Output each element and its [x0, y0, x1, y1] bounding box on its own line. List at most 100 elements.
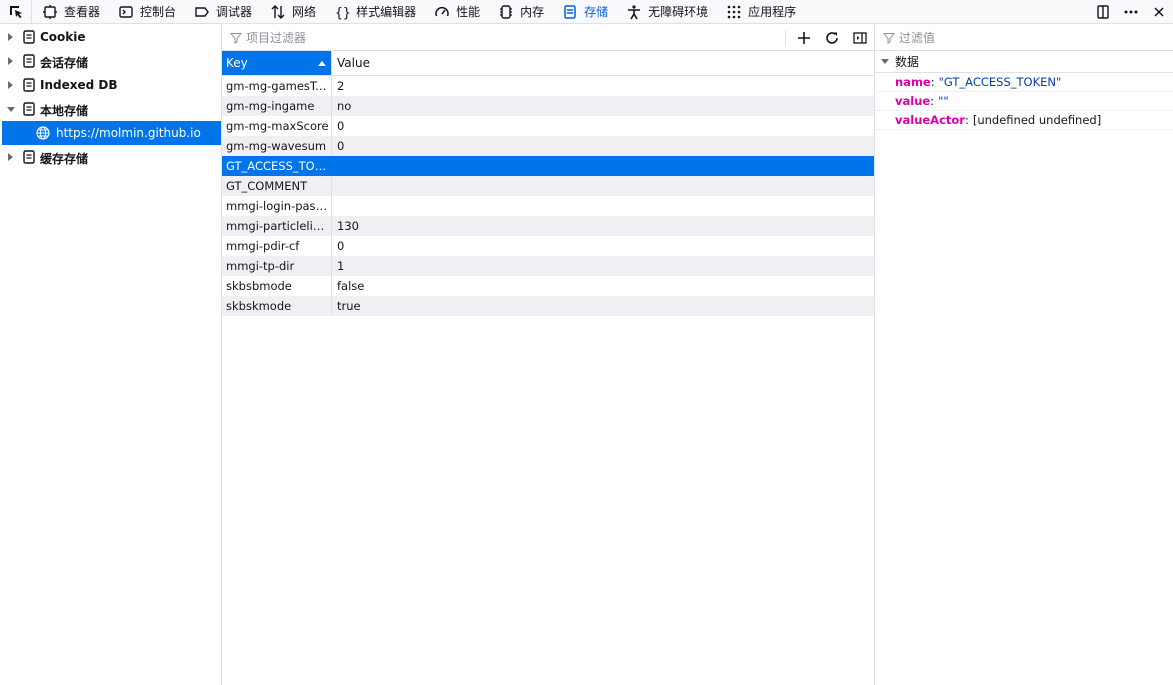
table-row[interactable]: skbskmode true — [222, 296, 874, 316]
tab-style-editor[interactable]: {} 样式编辑器 — [324, 0, 424, 24]
cell-value[interactable] — [331, 196, 874, 216]
column-key-label: Key — [226, 56, 248, 70]
cell-key[interactable]: gm-mg-gamesTotal — [222, 76, 331, 96]
tab-application[interactable]: 应用程序 — [716, 0, 804, 24]
column-header-key[interactable]: Key — [222, 51, 331, 75]
table-row[interactable]: mmgi-particleline… 130 — [222, 216, 874, 236]
dock-toggle-button[interactable] — [1089, 0, 1117, 24]
tab-memory[interactable]: 内存 — [488, 0, 552, 24]
expand-twisty-icon — [881, 59, 889, 64]
data-section-header[interactable]: 数据 — [875, 51, 1173, 73]
tab-accessibility[interactable]: 无障碍环境 — [616, 0, 716, 24]
property-value: "GT_ACCESS_TOKEN" — [938, 75, 1062, 89]
table-row[interactable]: GT_ACCESS_TOKEN — [222, 156, 874, 176]
item-filter-input[interactable]: 项目过滤器 — [222, 29, 306, 46]
performance-icon — [435, 6, 449, 16]
cell-key[interactable]: mmgi-particleline… — [222, 216, 331, 236]
cell-key[interactable]: gm-mg-ingame — [222, 96, 331, 116]
refresh-items-button[interactable] — [818, 25, 846, 51]
cell-key[interactable]: mmgi-tp-dir — [222, 256, 331, 276]
item-filter-placeholder: 项目过滤器 — [246, 31, 307, 45]
cell-value[interactable]: 130 — [331, 216, 874, 236]
storage-type-icon — [23, 78, 35, 92]
memory-icon — [500, 4, 513, 19]
cell-value[interactable]: false — [331, 276, 874, 296]
tree-item-label: Cookie — [40, 30, 86, 44]
cell-key[interactable]: gm-mg-wavesum — [222, 136, 331, 156]
cell-key[interactable]: GT_ACCESS_TOKEN — [222, 156, 331, 176]
storage-icon-wrap — [22, 150, 36, 167]
cell-key[interactable]: GT_COMMENT — [222, 176, 331, 196]
tree-item-storage-type[interactable]: Cookie — [0, 25, 221, 49]
refresh-icon — [826, 32, 838, 44]
property-row[interactable]: name: "GT_ACCESS_TOKEN" — [875, 73, 1173, 92]
add-item-button[interactable] — [790, 25, 818, 51]
cell-key[interactable]: mmgi-login-pass… — [222, 196, 331, 216]
expand-twisty-icon[interactable] — [7, 107, 15, 112]
filter-icon — [883, 32, 895, 44]
cell-value[interactable]: 0 — [331, 116, 874, 136]
cell-value[interactable]: 1 — [331, 256, 874, 276]
tab-storage[interactable]: 存储 — [552, 0, 616, 24]
cell-value[interactable] — [331, 156, 874, 176]
table-row[interactable]: gm-mg-maxScore 0 — [222, 116, 874, 136]
table-row[interactable]: skbsbmode false — [222, 276, 874, 296]
table-row[interactable]: mmgi-pdir-cf 0 — [222, 236, 874, 256]
tree-item-storage-type[interactable]: Indexed DB — [0, 73, 221, 97]
property-colon: : — [930, 75, 935, 89]
storage-type-icon — [23, 30, 35, 44]
storage-icon-wrap — [22, 30, 36, 47]
column-header-value[interactable]: Value — [331, 51, 874, 75]
tree-item-storage-type[interactable]: 缓存存储 — [0, 145, 221, 169]
collapse-twisty-icon[interactable] — [8, 81, 13, 89]
devtools-toolbar: 查看器 控制台 调试器 网络 {} 样式编辑器 性能 内存 存储 无障碍环境 应用程序 — [0, 0, 1173, 24]
collapse-twisty-icon[interactable] — [8, 153, 13, 161]
tab-label: 存储 — [584, 5, 609, 19]
tab-performance[interactable]: 性能 — [424, 0, 488, 24]
toolbar-divider — [785, 30, 786, 46]
tree-item-origin[interactable]: https://molmin.github.io — [2, 121, 221, 145]
collapse-twisty-icon[interactable] — [8, 57, 13, 65]
property-name: value — [895, 94, 931, 108]
tab-debugger[interactable]: 调试器 — [184, 0, 260, 24]
property-colon: : — [964, 113, 969, 127]
cell-key[interactable]: gm-mg-maxScore — [222, 116, 331, 136]
cell-value[interactable]: no — [331, 96, 874, 116]
close-icon — [1154, 7, 1164, 17]
table-row[interactable]: GT_COMMENT — [222, 176, 874, 196]
tab-console[interactable]: 控制台 — [108, 0, 184, 24]
cell-value[interactable]: 2 — [331, 76, 874, 96]
value-filter-input[interactable]: 过滤值 — [875, 29, 935, 46]
collapse-twisty-icon[interactable] — [8, 33, 13, 41]
debugger-icon — [195, 6, 209, 17]
cell-key[interactable]: skbskmode — [222, 296, 331, 316]
table-row[interactable]: gm-mg-ingame no — [222, 96, 874, 116]
table-row[interactable]: mmgi-tp-dir 1 — [222, 256, 874, 276]
tab-inspector[interactable]: 查看器 — [32, 0, 108, 24]
tree-item-label: 本地存储 — [40, 104, 89, 118]
property-name: name — [895, 75, 931, 89]
cell-value[interactable]: true — [331, 296, 874, 316]
value-filter-bar: 过滤值 — [875, 25, 1173, 51]
tree-item-storage-type[interactable]: 会话存储 — [0, 49, 221, 73]
table-row[interactable]: mmgi-login-pass… — [222, 196, 874, 216]
table-header: Key Value — [222, 51, 874, 76]
property-row[interactable]: value: "" — [875, 92, 1173, 111]
plus-icon — [798, 32, 810, 44]
table-row[interactable]: gm-mg-wavesum 0 — [222, 136, 874, 156]
toggle-sidebar-button[interactable] — [846, 25, 874, 51]
cell-key[interactable]: mmgi-pdir-cf — [222, 236, 331, 256]
more-options-button[interactable] — [1117, 0, 1145, 24]
tab-network[interactable]: 网络 — [260, 0, 324, 24]
ellipsis-icon — [1124, 10, 1138, 14]
cell-value[interactable]: 0 — [331, 136, 874, 156]
element-picker-button[interactable] — [0, 0, 32, 24]
table-row[interactable]: gm-mg-gamesTotal 2 — [222, 76, 874, 96]
close-devtools-button[interactable] — [1145, 0, 1173, 24]
tree-item-storage-type[interactable]: 本地存储 — [0, 97, 221, 121]
property-row[interactable]: valueActor: [undefined undefined] — [875, 111, 1173, 130]
cell-value[interactable]: 0 — [331, 236, 874, 256]
cell-key[interactable]: skbsbmode — [222, 276, 331, 296]
cell-value[interactable] — [331, 176, 874, 196]
accessibility-icon — [628, 4, 641, 19]
